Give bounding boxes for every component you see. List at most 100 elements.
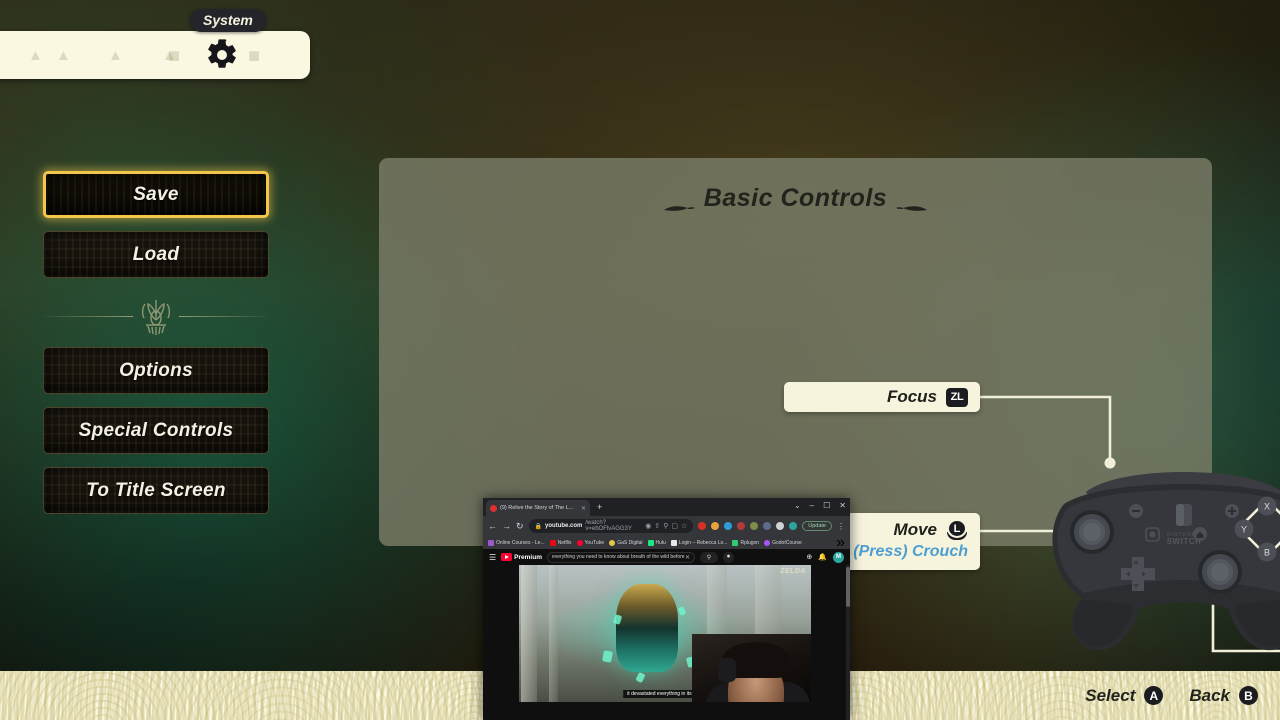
system-tab-label: System (190, 9, 266, 32)
menu-item-load-label: Load (132, 243, 180, 265)
back-icon[interactable]: ← (488, 521, 497, 531)
divider-line-left (45, 316, 133, 317)
chrome-browser-window[interactable]: (9) Relive the Story of The L... ✕ + ⌄ –… (483, 498, 850, 720)
switch-pro-controller-illustration: NINTENDO SWITCH X Y B (1024, 458, 1280, 673)
extension-icon-2[interactable] (711, 522, 720, 530)
browser-tab[interactable]: (9) Relive the Story of The L... ✕ (486, 500, 590, 516)
window-expand-icon[interactable]: ⌄ (794, 501, 801, 510)
svg-text:X: X (1264, 502, 1270, 512)
omnibox-cast-icon[interactable]: ▢ (671, 522, 678, 530)
sheikah-emblem-icon (132, 294, 180, 338)
video-shard (677, 606, 687, 616)
gear-icon[interactable] (205, 38, 239, 72)
address-path: /watch?v=ebOFlvAGG3Y (585, 520, 632, 532)
menu-item-save[interactable]: Save (43, 171, 269, 218)
youtube-logo[interactable]: Premium (501, 553, 542, 561)
zelda-watermark: ZELDA (780, 568, 806, 575)
extension-icon-6[interactable] (763, 522, 772, 530)
window-close-icon[interactable]: ✕ (839, 501, 846, 510)
left-stick-icon: L (946, 519, 968, 541)
bookmark-item[interactable]: Rplugon (732, 539, 759, 546)
notifications-bell-icon[interactable]: 🔔 (818, 553, 827, 561)
address-bar[interactable]: 🔒 youtube.com /watch?v=ebOFlvAGG3Y ◉ ⇧ ⚲… (528, 519, 694, 533)
video-shard (602, 650, 613, 663)
callout-focus-row: Focus ZL (794, 387, 968, 407)
menu-item-options[interactable]: Options (43, 347, 269, 394)
bookmark-item[interactable]: Hulu (647, 539, 666, 546)
browser-tab-strip: (9) Relive the Story of The L... ✕ + ⌄ –… (483, 498, 850, 516)
bookmark-item[interactable]: GaS Digital (609, 539, 643, 546)
bookmark-item[interactable]: GodotCourse (764, 539, 802, 546)
browser-menu-icon[interactable]: ⋮ (837, 522, 845, 531)
hamburger-icon[interactable]: ☰ (489, 553, 496, 562)
bookmarks-overflow-icon[interactable]: » (836, 536, 845, 549)
youtube-premium-label: Premium (514, 553, 542, 561)
page-scrollbar[interactable] (846, 565, 850, 720)
bookmark-label: YouTube (584, 539, 605, 546)
new-tab-button[interactable]: + (597, 502, 602, 512)
update-button[interactable]: Update (802, 521, 832, 531)
menu-item-load[interactable]: Load (43, 231, 269, 278)
basic-controls-panel: Basic Controls NINTENDO SWITCH X Y B Foc… (379, 158, 1280, 653)
page-content: ☰ Premium everything you need to know ab… (483, 549, 850, 720)
callout-focus-label: Focus (886, 387, 937, 406)
menu-item-special-controls[interactable]: Special Controls (43, 407, 269, 454)
youtube-search-input[interactable]: everything you need to know about breath… (547, 551, 695, 563)
ghost-tab-icon-1: ▲ (28, 47, 43, 64)
bookmark-item[interactable]: Online Courses - Le... (488, 539, 545, 546)
window-maximize-icon[interactable]: ☐ (823, 501, 830, 510)
youtube-video-player[interactable]: ZELDA it devastated everything in its pa… (519, 565, 811, 702)
svg-text:B: B (1264, 548, 1270, 558)
reload-icon[interactable]: ↻ (516, 521, 524, 532)
address-host: youtube.com (545, 523, 583, 529)
callout-focus: Focus ZL (784, 382, 980, 412)
ghost-tab-icon-5: ■ (168, 45, 181, 67)
left-stick-cap: L (947, 519, 967, 538)
divider-line-right (179, 316, 267, 317)
bookmark-favicon (549, 539, 556, 546)
search-clear-icon[interactable]: ✕ (685, 554, 690, 561)
window-controls: ⌄ – ☐ ✕ (794, 501, 846, 510)
menu-item-to-title-screen-label: To Title Screen (86, 479, 226, 501)
system-tab-bar: ▲ ▲ ▲ ▲ ■ ■ (0, 31, 310, 79)
flourish-right-icon (895, 193, 929, 212)
youtube-search-query: everything you need to know about breath… (552, 554, 685, 560)
youtube-header: ☰ Premium everything you need to know ab… (483, 549, 850, 565)
extension-icon-5[interactable] (750, 522, 759, 530)
bookmark-item[interactable]: Netflix (549, 539, 572, 546)
create-video-icon[interactable]: ⊕ (806, 553, 812, 561)
window-minimize-icon[interactable]: – (810, 501, 814, 510)
extension-icon-3[interactable] (724, 522, 733, 530)
forward-icon[interactable]: → (502, 521, 511, 531)
profile-avatar[interactable] (789, 522, 798, 530)
browser-tab-title: (9) Relive the Story of The L... (500, 505, 574, 511)
omnibox-search-icon[interactable]: ⚲ (663, 522, 668, 530)
extension-icon-1[interactable] (698, 522, 707, 530)
omnibox-bookmark-icon[interactable]: ☆ (681, 522, 687, 530)
bookmark-label: Hulu (655, 539, 666, 546)
video-scene-pillar-1 (521, 565, 537, 702)
menu-item-special-controls-label: Special Controls (78, 419, 234, 441)
bookmark-label: Login – Rebecca Lo... (678, 539, 728, 546)
bookmark-favicon (732, 539, 739, 546)
tab-close-icon[interactable]: ✕ (581, 505, 586, 512)
extension-icon-4[interactable] (737, 522, 746, 530)
menu-item-to-title-screen[interactable]: To Title Screen (43, 467, 269, 514)
scrollbar-thumb[interactable] (846, 567, 850, 607)
bookmark-item[interactable]: YouTube (576, 539, 605, 546)
bookmark-item[interactable]: Login – Rebecca Lo... (670, 539, 728, 546)
omnibox-share-icon[interactable]: ⇧ (654, 522, 660, 530)
youtube-avatar[interactable]: M (833, 551, 844, 563)
panel-title-row: Basic Controls (379, 184, 1212, 213)
microphone-icon[interactable]: ⏺ (723, 551, 734, 563)
omnibox-extension-icon[interactable]: ◉ (645, 522, 651, 530)
search-icon[interactable]: ⚲ (700, 551, 718, 563)
extension-icon-7[interactable] (776, 522, 785, 530)
bookmark-favicon (647, 539, 654, 546)
youtube-favicon (490, 504, 497, 512)
youtube-play-icon (501, 553, 513, 561)
video-scene-pillar-2 (549, 565, 558, 702)
pause-menu: Save Load Options Special Controls To Ti… (43, 171, 269, 527)
lock-icon: 🔒 (534, 523, 543, 530)
bookmark-label: GaS Digital (617, 539, 643, 546)
